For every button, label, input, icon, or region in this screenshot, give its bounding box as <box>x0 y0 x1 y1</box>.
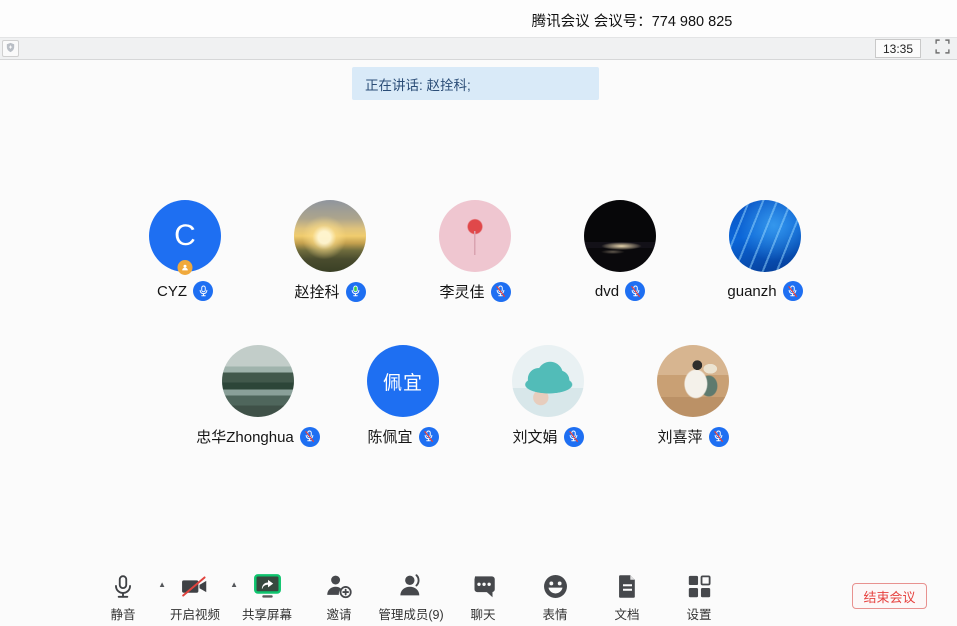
participant-name-row: 陈佩宜 <box>328 426 478 447</box>
toolbar-item-members[interactable]: 管理成员(9) <box>375 571 447 623</box>
mic-status-muted-icon <box>300 427 320 447</box>
participant-name-row: 李灵佳 <box>400 281 550 302</box>
participant-tile[interactable]: 佩宜 陈佩宜 <box>328 345 478 447</box>
end-meeting-button[interactable]: 结束会议 <box>852 583 927 609</box>
participant-name: guanzh <box>727 283 776 300</box>
toolbar-item-invite[interactable]: 邀请 <box>303 571 375 623</box>
toolbar-item-mute[interactable]: 静音 ▲ <box>87 571 159 623</box>
participant-tile[interactable]: 赵拴科 <box>255 200 405 302</box>
mic-status-muted-icon <box>564 427 584 447</box>
participant-name: dvd <box>595 283 619 300</box>
participant-name: 李灵佳 <box>439 281 484 302</box>
invite-icon <box>325 573 354 600</box>
mic-status-muted-icon <box>419 427 439 447</box>
participant-avatar: 佩宜 <box>367 345 439 417</box>
avatar-image <box>512 345 584 417</box>
avatar-initials: 佩宜 <box>383 368 423 395</box>
participant-tile[interactable]: dvd <box>545 200 695 301</box>
toolbar-item-emoji[interactable]: 表情 <box>519 571 591 623</box>
avatar-initials: C <box>174 219 196 253</box>
mic-status-muted-icon <box>625 281 645 301</box>
emoji-icon <box>542 573 569 600</box>
participant-tile[interactable]: C CYZ <box>110 200 260 301</box>
security-shield-button[interactable] <box>2 40 19 57</box>
meeting-title: 腾讯会议 会议号：774 980 825 <box>532 10 733 31</box>
participant-name-row: guanzh <box>690 281 840 301</box>
participant-avatar <box>657 345 729 417</box>
participant-avatar <box>584 200 656 272</box>
participant-avatar <box>222 345 294 417</box>
participant-name: 刘文娟 <box>512 426 557 447</box>
meeting-window: 腾讯会议 会议号：774 980 825 13:35 正在讲话: 赵拴科; C … <box>0 0 957 626</box>
avatar-image <box>294 200 366 272</box>
document-icon <box>614 573 641 600</box>
participant-name: 刘喜萍 <box>657 426 702 447</box>
participant-name: CYZ <box>157 283 187 300</box>
participant-name: 赵拴科 <box>294 281 339 302</box>
fullscreen-button[interactable] <box>934 41 950 57</box>
avatar-image <box>657 345 729 417</box>
participant-avatar <box>294 200 366 272</box>
participant-name-row: CYZ <box>110 281 260 301</box>
avatar-image <box>729 200 801 272</box>
settings-icon <box>686 573 713 600</box>
toolbar-item-share[interactable]: 共享屏幕 <box>231 571 303 623</box>
chat-icon <box>470 573 497 600</box>
mic-status-on-icon <box>193 281 213 301</box>
share-screen-icon <box>253 573 282 600</box>
participant-tile[interactable]: 李灵佳 <box>400 200 550 302</box>
participant-name-row: 刘喜萍 <box>618 426 768 447</box>
participant-avatar <box>512 345 584 417</box>
participant-tile[interactable]: 刘喜萍 <box>618 345 768 447</box>
participant-name: 陈佩宜 <box>367 426 412 447</box>
clock-display: 13:35 <box>875 39 921 58</box>
participant-name-row: 赵拴科 <box>255 281 405 302</box>
participant-name-row: 忠华Zhonghua <box>183 426 333 447</box>
mic-status-muted-icon <box>709 427 729 447</box>
toolbar-item-video[interactable]: 开启视频 ▲ <box>159 571 231 623</box>
toolbar-item-chat[interactable]: 聊天 <box>447 571 519 623</box>
participant-tile[interactable]: 刘文娟 <box>473 345 623 447</box>
host-badge-icon <box>178 260 193 275</box>
participant-name-row: dvd <box>545 281 695 301</box>
status-strip: 13:35 <box>0 37 957 60</box>
avatar-image <box>584 200 656 272</box>
toolbar-item-docs[interactable]: 文档 <box>591 571 663 623</box>
toolbar-item-settings[interactable]: 设置 <box>663 571 735 623</box>
microphone-icon <box>110 573 136 600</box>
shield-icon <box>5 40 16 58</box>
mic-status-muted-icon <box>491 282 511 302</box>
participant-avatar <box>729 200 801 272</box>
mic-status-muted-icon <box>783 281 803 301</box>
participant-name-row: 刘文娟 <box>473 426 623 447</box>
window-header: 腾讯会议 会议号：774 980 825 <box>0 0 957 37</box>
participant-tile[interactable]: guanzh <box>690 200 840 301</box>
bottom-toolbar: 静音 ▲ 开启视频 ▲ 共享屏幕 邀请 管理成员(9) 聊天 表情 文档 设置 <box>87 571 735 623</box>
participant-tile[interactable]: 忠华Zhonghua <box>183 345 333 447</box>
participant-avatar <box>439 200 511 272</box>
mic-status-speaking-icon <box>346 282 366 302</box>
avatar-image <box>439 200 511 272</box>
avatar-image <box>222 345 294 417</box>
participant-name: 忠华Zhonghua <box>196 426 294 447</box>
speaking-banner: 正在讲话: 赵拴科; <box>352 67 599 100</box>
camera-off-icon <box>180 573 210 600</box>
members-icon <box>397 573 426 600</box>
participant-avatar: C <box>149 200 221 272</box>
fullscreen-icon <box>935 39 950 59</box>
